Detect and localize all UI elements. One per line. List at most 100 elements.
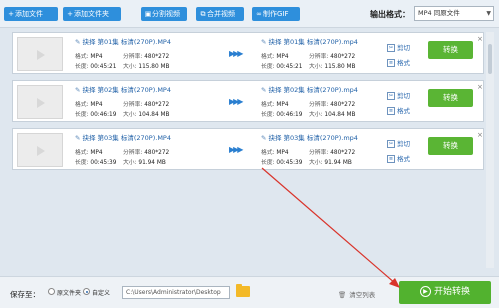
close-icon[interactable]: × — [477, 83, 483, 91]
target-format-meta: 格式: MP4 — [261, 150, 289, 156]
target-resolution: 480*272 — [330, 54, 356, 60]
file-row: ✎ 抉择 第03集 标清(270P).MP4 格式: MP4 长度: 00:45:… — [12, 128, 484, 170]
convert-arrow-icon: ▶▶▶ — [229, 145, 244, 154]
source-size: 91.94 MB — [138, 160, 166, 166]
source-size-meta: 大小: 91.94 MB — [123, 160, 166, 166]
source-file-name: ✎ 抉择 第02集 标清(270P).MP4 — [75, 86, 171, 94]
source-resolution-meta: 分辨率: 480*272 — [123, 102, 170, 108]
target-duration: 00:46:19 — [276, 112, 303, 118]
target-resolution: 480*272 — [330, 102, 356, 108]
target-file-name: ✎ 抉择 第01集 标清(270P).mp4 — [261, 38, 358, 46]
save-to-label: 保存至： — [10, 290, 40, 299]
output-format-label: 输出格式： — [370, 10, 410, 19]
edit-icon[interactable]: ✎ — [75, 38, 80, 46]
output-format-select[interactable]: MP4 同原文件 ▼ — [414, 6, 494, 21]
scrollbar-thumb[interactable] — [488, 44, 492, 74]
target-resolution-meta: 分辨率: 480*272 — [309, 102, 356, 108]
settings-icon: ≡ — [387, 155, 395, 163]
target-size: 115.80 MB — [324, 64, 356, 70]
target-format: MP4 — [276, 150, 289, 156]
clear-list-button[interactable]: 🗑 清空列表 — [338, 289, 375, 299]
source-format-meta: 格式: MP4 — [75, 102, 103, 108]
target-resolution-meta: 分辨率: 480*272 — [309, 54, 356, 60]
source-resolution-meta: 分辨率: 480*272 — [123, 54, 170, 60]
target-format-meta: 格式: MP4 — [261, 102, 289, 108]
format-button[interactable]: ≡ 格式 — [387, 57, 410, 67]
source-size: 104.84 MB — [138, 112, 170, 118]
edit-icon[interactable]: ✎ — [75, 86, 80, 94]
source-format: MP4 — [90, 150, 103, 156]
file-row: ✎ 抉择 第01集 标清(270P).MP4 格式: MP4 长度: 00:45:… — [12, 32, 484, 74]
convert-arrow-icon: ▶▶▶ — [229, 49, 244, 58]
chevron-down-icon: ▼ — [486, 10, 491, 17]
format-button[interactable]: ≡ 格式 — [387, 105, 410, 115]
plus-icon: + — [67, 10, 73, 18]
merge-icon: ⧉ — [200, 10, 206, 18]
source-format: MP4 — [90, 102, 103, 108]
source-duration-meta: 长度: 00:45:21 — [75, 64, 117, 70]
target-duration-meta: 长度: 00:45:39 — [261, 160, 303, 166]
source-format-meta: 格式: MP4 — [75, 150, 103, 156]
source-resolution-meta: 分辨率: 480*272 — [123, 150, 170, 156]
close-icon[interactable]: × — [477, 131, 483, 139]
target-size-meta: 大小: 104.84 MB — [309, 112, 356, 118]
radio-custom-folder[interactable] — [83, 288, 90, 295]
target-resolution: 480*272 — [330, 150, 356, 156]
target-size-meta: 大小: 115.80 MB — [309, 64, 356, 70]
file-row: ✎ 抉择 第02集 标清(270P).MP4 格式: MP4 长度: 00:46:… — [12, 80, 484, 122]
edit-icon[interactable]: ✎ — [261, 38, 266, 46]
target-format: MP4 — [276, 102, 289, 108]
source-resolution: 480*272 — [144, 54, 170, 60]
target-duration-meta: 长度: 00:46:19 — [261, 112, 303, 118]
source-format: MP4 — [90, 54, 103, 60]
target-file-name: ✎ 抉择 第02集 标清(270P).mp4 — [261, 86, 358, 94]
target-duration: 00:45:21 — [276, 64, 303, 70]
edit-icon[interactable]: ✎ — [75, 134, 80, 142]
cut-button[interactable]: ✂ 剪切 — [387, 42, 410, 52]
source-duration-meta: 长度: 00:46:19 — [75, 112, 117, 118]
video-thumbnail[interactable] — [17, 133, 63, 167]
bottom-bar: 保存至： 原文件夹 自定义 C:\Users\Administrator\Des… — [0, 276, 499, 308]
radio-original-folder[interactable] — [48, 288, 55, 295]
edit-icon[interactable]: ✎ — [261, 86, 266, 94]
video-thumbnail[interactable] — [17, 85, 63, 119]
target-format: MP4 — [276, 54, 289, 60]
cut-button[interactable]: ✂ 剪切 — [387, 138, 410, 148]
start-convert-button[interactable]: ▶ 开始转换 — [399, 281, 491, 304]
source-size-meta: 大小: 104.84 MB — [123, 112, 170, 118]
radio-original-folder-label: 原文件夹 — [57, 290, 82, 297]
play-circle-icon: ▶ — [419, 286, 431, 297]
video-thumbnail[interactable] — [17, 37, 63, 71]
target-resolution-meta: 分辨率: 480*272 — [309, 150, 356, 156]
source-resolution: 480*272 — [144, 150, 170, 156]
add-file-button[interactable]: +添加文件 — [4, 7, 58, 21]
merge-video-button[interactable]: ⧉ 合并视频 — [196, 7, 244, 21]
add-folder-button[interactable]: +添加文件夹 — [63, 7, 121, 21]
scissors-icon: ✂ — [387, 140, 395, 148]
close-icon[interactable]: × — [477, 35, 483, 43]
toolbar: +添加文件 +添加文件夹 ▣分割视频 ⧉ 合并视频 ∞制作GIF 输出格式： MP… — [0, 0, 499, 28]
split-video-button[interactable]: ▣分割视频 — [141, 7, 187, 21]
convert-button[interactable]: 转换 — [428, 137, 473, 155]
source-format-meta: 格式: MP4 — [75, 54, 103, 60]
plus-icon: + — [8, 10, 14, 18]
convert-arrow-icon: ▶▶▶ — [229, 97, 244, 106]
scissors-icon: ✂ — [387, 44, 395, 52]
scissors-icon: ✂ — [387, 92, 395, 100]
radio-custom-folder-label: 自定义 — [92, 290, 111, 297]
target-size: 104.84 MB — [324, 112, 356, 118]
target-duration: 00:45:39 — [276, 160, 303, 166]
output-path-field[interactable]: C:\Users\Administrator\Desktop — [122, 286, 230, 299]
edit-icon[interactable]: ✎ — [261, 134, 266, 142]
make-gif-button[interactable]: ∞制作GIF — [252, 7, 300, 21]
source-duration: 00:45:39 — [90, 160, 117, 166]
format-button[interactable]: ≡ 格式 — [387, 153, 410, 163]
cut-button[interactable]: ✂ 剪切 — [387, 90, 410, 100]
target-size: 91.94 MB — [324, 160, 352, 166]
convert-button[interactable]: 转换 — [428, 41, 473, 59]
trash-icon: 🗑 — [338, 291, 347, 299]
target-duration-meta: 长度: 00:45:21 — [261, 64, 303, 70]
folder-icon[interactable] — [236, 284, 250, 297]
convert-button[interactable]: 转换 — [428, 89, 473, 107]
source-duration-meta: 长度: 00:45:39 — [75, 160, 117, 166]
